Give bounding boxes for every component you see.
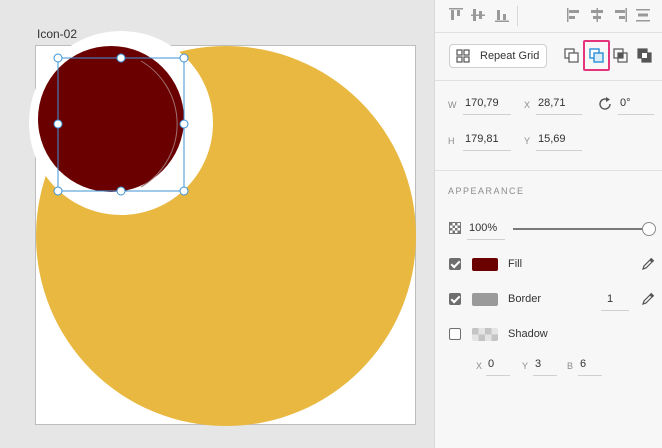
width-label: W <box>448 100 457 110</box>
fill-label: Fill <box>508 258 523 270</box>
border-width-field[interactable]: 1 <box>607 293 613 305</box>
property-inspector: Repeat Grid W 170,79 X 28,71 0° H 179,81… <box>434 0 662 448</box>
selection-handle-tm <box>116 53 126 63</box>
opacity-icon <box>449 222 461 234</box>
artboard[interactable] <box>29 31 416 426</box>
repeat-grid-icon <box>456 49 470 63</box>
design-canvas[interactable]: Icon-02 <box>0 0 434 448</box>
selection-handle-tr <box>179 53 189 63</box>
height-underline <box>463 150 511 151</box>
y-underline <box>536 150 582 151</box>
shadow-x-label: X <box>476 361 483 371</box>
shadow-blur-underline <box>578 375 602 376</box>
add-icon[interactable] <box>562 46 582 66</box>
shadow-y-field[interactable]: 3 <box>535 358 541 370</box>
separator <box>435 80 662 81</box>
align-top-icon[interactable] <box>447 6 465 24</box>
border-label: Border <box>508 293 542 305</box>
selection-handle-tl <box>53 53 63 63</box>
eyedropper-icon[interactable] <box>641 257 655 271</box>
shadow-x-field[interactable]: 0 <box>488 358 494 370</box>
rotate-icon[interactable] <box>597 96 613 112</box>
opacity-field[interactable]: 100% <box>469 222 497 234</box>
exclude-icon[interactable] <box>635 46 655 66</box>
border-checkbox[interactable] <box>449 293 461 305</box>
appearance-heading: APPEARANCE <box>448 186 525 196</box>
subtract-icon[interactable] <box>587 46 607 66</box>
y-label: Y <box>524 136 531 146</box>
separator <box>435 32 662 33</box>
eyedropper-icon[interactable] <box>641 292 655 306</box>
height-field[interactable]: 179,81 <box>465 133 499 145</box>
separator <box>435 170 662 171</box>
height-label: H <box>448 136 455 146</box>
border-color-swatch[interactable] <box>472 293 498 306</box>
shadow-label: Shadow <box>508 328 548 340</box>
rotation-field[interactable]: 0° <box>620 97 631 109</box>
rotation-underline <box>618 114 654 115</box>
selection-handle-bl <box>53 186 63 196</box>
opacity-slider-thumb[interactable] <box>642 222 656 236</box>
align-bottom-icon[interactable] <box>493 6 511 24</box>
border-width-underline <box>601 310 629 311</box>
distribute-icon[interactable] <box>634 6 652 24</box>
align-middle-icon[interactable] <box>469 6 487 24</box>
shadow-blur-field[interactable]: 6 <box>580 358 586 370</box>
shadow-x-underline <box>486 375 510 376</box>
x-label: X <box>524 100 531 110</box>
opacity-underline <box>467 239 505 240</box>
fill-color-swatch[interactable] <box>472 258 498 271</box>
shadow-blur-label: B <box>567 361 574 371</box>
shadow-y-underline <box>533 375 557 376</box>
opacity-slider-track[interactable] <box>513 228 649 230</box>
artboard-shapes <box>29 31 416 426</box>
selection-handle-mr <box>179 119 189 129</box>
align-left-icon[interactable] <box>565 6 583 24</box>
repeat-grid-button[interactable]: Repeat Grid <box>449 44 547 68</box>
width-field[interactable]: 170,79 <box>465 97 499 109</box>
selection-handle-br <box>179 186 189 196</box>
y-field[interactable]: 15,69 <box>538 133 566 145</box>
intersect-icon[interactable] <box>611 46 631 66</box>
x-underline <box>536 114 582 115</box>
toolbar-divider <box>517 6 518 26</box>
selection-handle-ml <box>53 119 63 129</box>
shadow-checkbox[interactable] <box>449 328 461 340</box>
selection-handle-bm <box>116 186 126 196</box>
shadow-swatch[interactable] <box>472 328 498 341</box>
width-underline <box>463 114 511 115</box>
align-center-icon[interactable] <box>588 6 606 24</box>
fill-checkbox[interactable] <box>449 258 461 270</box>
repeat-grid-label: Repeat Grid <box>480 50 540 62</box>
align-right-icon[interactable] <box>611 6 629 24</box>
x-field[interactable]: 28,71 <box>538 97 566 109</box>
shadow-y-label: Y <box>522 361 529 371</box>
